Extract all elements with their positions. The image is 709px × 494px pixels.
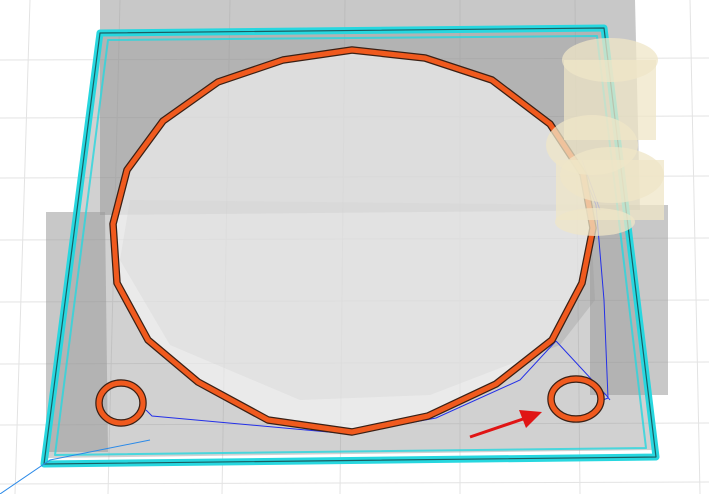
grid-line xyxy=(689,0,701,494)
3d-viewport[interactable] xyxy=(0,0,709,494)
grid-line xyxy=(14,0,31,494)
toolpath-preview-canvas[interactable] xyxy=(0,0,709,494)
ghost-shape xyxy=(555,208,635,236)
grid-line xyxy=(0,481,709,485)
